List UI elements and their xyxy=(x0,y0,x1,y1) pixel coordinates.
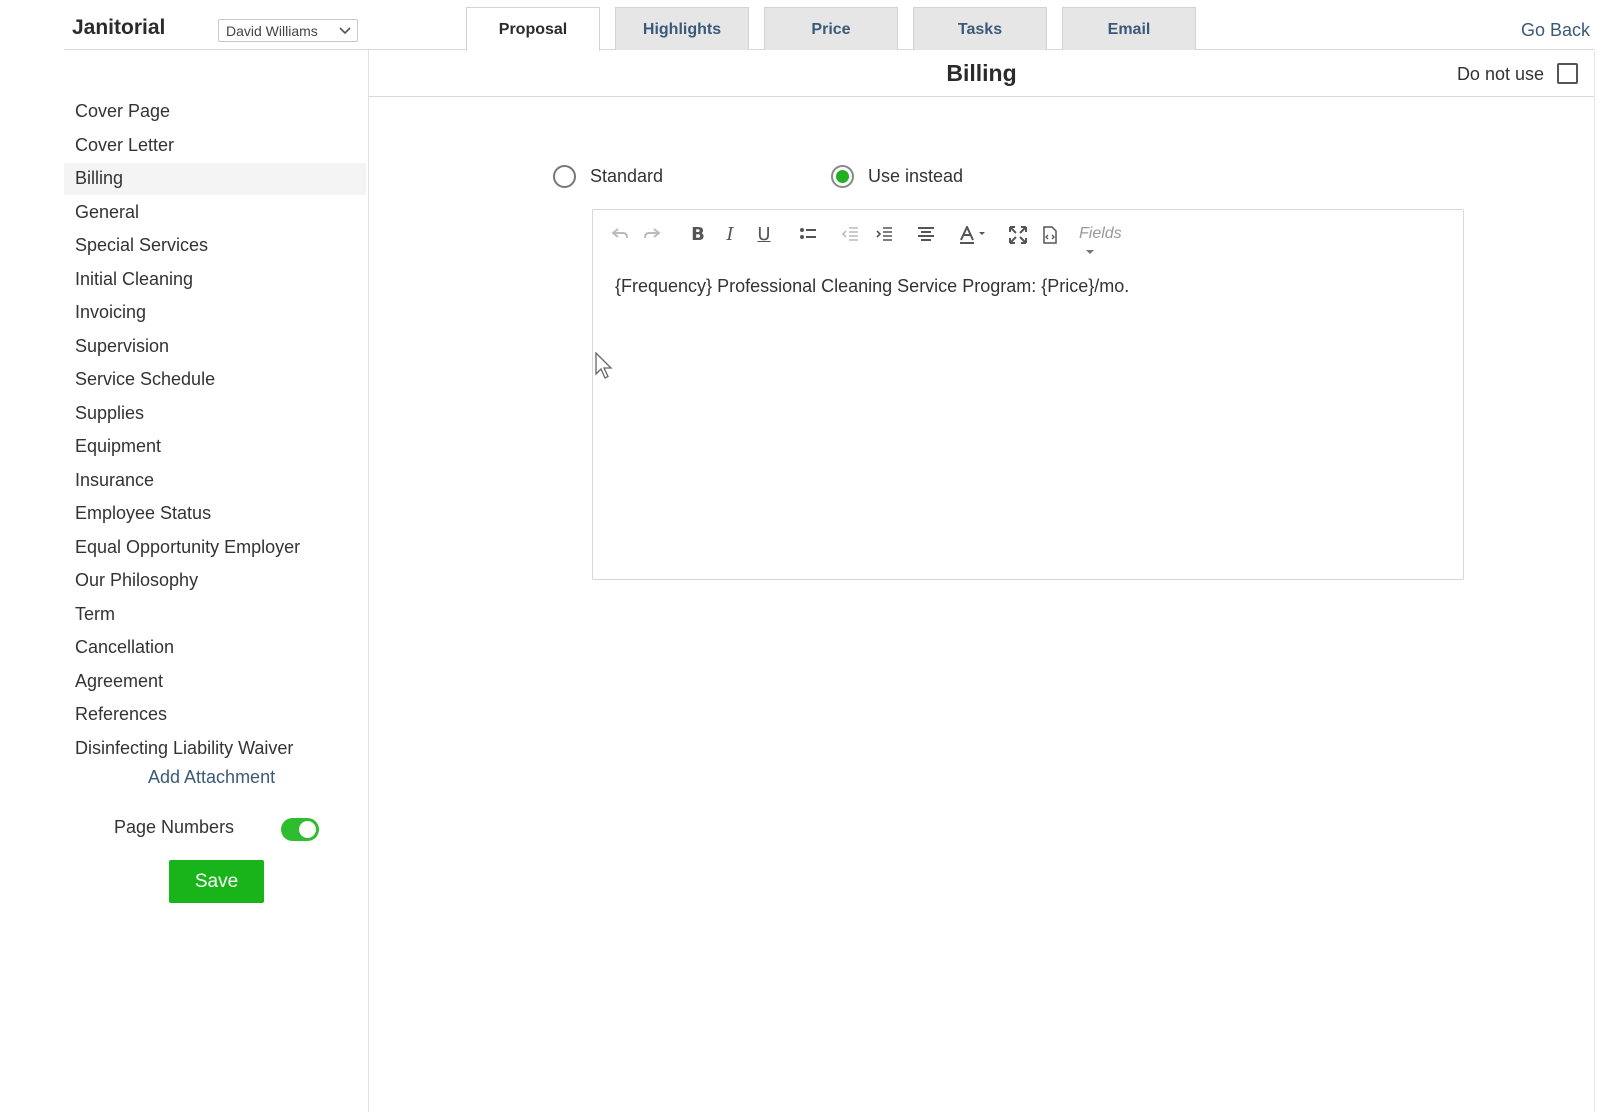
fields-dropdown-label: Fields xyxy=(1079,225,1122,242)
page-title: Billing xyxy=(946,60,1017,86)
font-color-icon[interactable] xyxy=(955,222,991,248)
user-select[interactable]: David Williams xyxy=(218,19,358,42)
toggle-knob xyxy=(299,821,316,838)
undo-icon[interactable] xyxy=(607,222,633,248)
tab-email[interactable]: Email xyxy=(1062,7,1196,50)
fields-dropdown[interactable]: Fields xyxy=(1079,225,1122,261)
app-title: Janitorial xyxy=(72,16,166,39)
sidebar-item-initial-cleaning[interactable]: Initial Cleaning xyxy=(64,264,366,296)
redo-icon[interactable] xyxy=(639,222,665,248)
do-not-use-checkbox[interactable] xyxy=(1557,63,1578,84)
radio-use-instead-label: Use instead xyxy=(868,166,964,186)
sidebar-item-employee-status[interactable]: Employee Status xyxy=(64,498,366,530)
sidebar-divider xyxy=(368,50,369,1112)
sidebar-item-general[interactable]: General xyxy=(64,197,366,229)
add-attachment-link[interactable]: Add Attachment xyxy=(148,767,275,788)
cursor-icon xyxy=(595,351,615,385)
tab-price[interactable]: Price xyxy=(764,7,898,50)
indent-icon[interactable] xyxy=(871,222,897,248)
save-button[interactable]: Save xyxy=(169,860,264,903)
tab-highlights[interactable]: Highlights xyxy=(615,7,749,50)
sidebar-item-service-schedule[interactable]: Service Schedule xyxy=(64,364,366,396)
sidebar-item-term[interactable]: Term xyxy=(64,599,366,631)
sidebar-item-supervision[interactable]: Supervision xyxy=(64,331,366,363)
underline-icon[interactable]: U xyxy=(751,222,777,248)
outdent-icon[interactable] xyxy=(837,222,863,248)
editor-content[interactable]: {Frequency} Professional Cleaning Servic… xyxy=(615,276,1129,297)
sidebar-item-insurance[interactable]: Insurance xyxy=(64,465,366,497)
tab-proposal[interactable]: Proposal xyxy=(466,7,600,51)
page-numbers-toggle[interactable] xyxy=(281,818,319,841)
source-code-icon[interactable] xyxy=(1037,222,1063,248)
do-not-use-label: Do not use xyxy=(1456,64,1544,84)
sidebar-item-equipment[interactable]: Equipment xyxy=(64,431,366,463)
content-header: Billing Do not use xyxy=(369,50,1594,97)
chevron-down-icon xyxy=(339,23,351,35)
caret-down-icon xyxy=(1086,249,1094,254)
sidebar-item-equal-opportunity-employer[interactable]: Equal Opportunity Employer xyxy=(64,532,366,564)
tab-tasks[interactable]: Tasks xyxy=(913,7,1047,50)
go-back-link[interactable]: Go Back xyxy=(1521,20,1590,41)
sidebar-item-agreement[interactable]: Agreement xyxy=(64,666,366,698)
sidebar-item-cover-letter[interactable]: Cover Letter xyxy=(64,130,366,162)
content-right-border xyxy=(1594,50,1595,1112)
user-select-value: David Williams xyxy=(226,23,318,39)
radio-standard[interactable] xyxy=(553,165,576,188)
sidebar-item-disinfecting-liability-waiver[interactable]: Disinfecting Liability Waiver xyxy=(64,733,366,765)
sidebar-item-billing[interactable]: Billing xyxy=(64,163,366,195)
align-center-icon[interactable] xyxy=(913,222,939,248)
radio-selected-dot xyxy=(836,170,849,183)
sidebar-item-special-services[interactable]: Special Services xyxy=(64,230,366,262)
sidebar-item-invoicing[interactable]: Invoicing xyxy=(64,297,366,329)
page-numbers-label: Page Numbers xyxy=(114,817,235,837)
fullscreen-icon[interactable] xyxy=(1005,222,1031,248)
bullet-list-icon[interactable] xyxy=(795,222,821,248)
sidebar-item-supplies[interactable]: Supplies xyxy=(64,398,366,430)
radio-use-instead[interactable] xyxy=(831,165,854,188)
sidebar-item-cover-page[interactable]: Cover Page xyxy=(64,96,366,128)
sidebar-item-cancellation[interactable]: Cancellation xyxy=(64,632,366,664)
bold-icon[interactable]: B xyxy=(685,222,711,248)
sidebar-item-our-philosophy[interactable]: Our Philosophy xyxy=(64,565,366,597)
rich-text-editor[interactable]: B I U Fields {Frequency} Professional Cl… xyxy=(592,209,1464,580)
radio-standard-label: Standard xyxy=(590,166,664,186)
sidebar-item-references[interactable]: References xyxy=(64,699,366,731)
italic-icon[interactable]: I xyxy=(717,222,743,248)
